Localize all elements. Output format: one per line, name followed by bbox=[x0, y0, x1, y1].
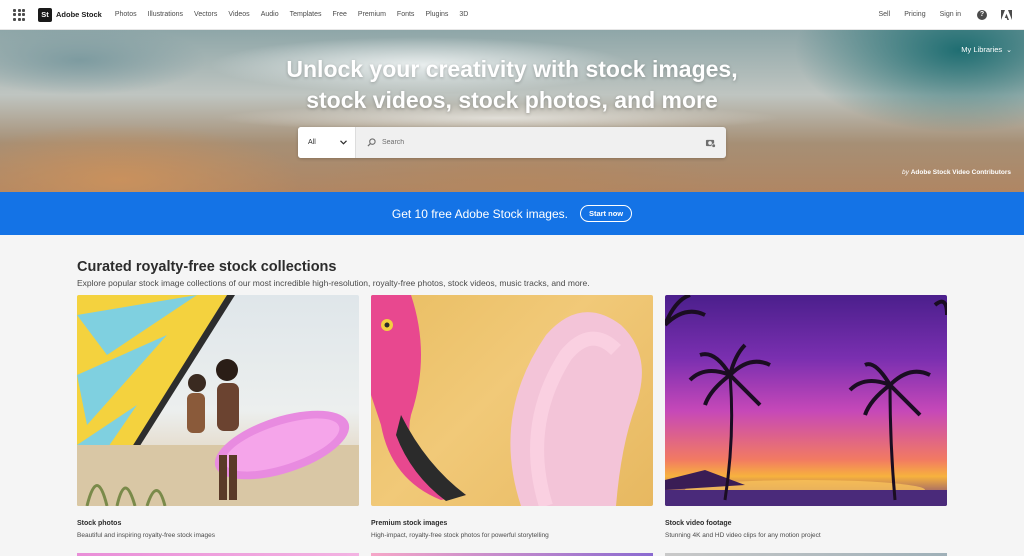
sell-link[interactable]: Sell bbox=[879, 11, 891, 18]
card-title: Stock video footage bbox=[665, 520, 732, 527]
credit-name: Adobe Stock Video Contributors bbox=[910, 169, 1011, 176]
card-description: High-impact, royalty-free stock photos f… bbox=[371, 532, 549, 539]
flamingo-illustration bbox=[371, 295, 642, 506]
visual-search-camera-icon[interactable] bbox=[705, 138, 716, 148]
hero-credit: by Adobe Stock Video Contributors bbox=[902, 169, 1011, 176]
nav-link-audio[interactable]: Audio bbox=[261, 11, 279, 18]
palm-sunset-illustration bbox=[665, 295, 947, 506]
stock-video-image bbox=[665, 295, 947, 506]
nav-link-plugins[interactable]: Plugins bbox=[425, 11, 448, 18]
collection-card-stock-photos[interactable]: Stock photos Beautiful and inspiring roy… bbox=[77, 295, 359, 539]
collection-card-stock-video-footage[interactable]: Stock video footage Stunning 4K and HD v… bbox=[665, 295, 947, 539]
credit-prefix: by bbox=[902, 169, 909, 176]
hero-title: Unlock your creativity with stock images… bbox=[0, 54, 1024, 116]
search-icon bbox=[367, 138, 376, 147]
card-description: Stunning 4K and HD video clips for any m… bbox=[665, 532, 821, 539]
nav-link-free[interactable]: Free bbox=[333, 11, 347, 18]
nav-link-illustrations[interactable]: Illustrations bbox=[148, 11, 183, 18]
search-scope-value: All bbox=[308, 139, 316, 146]
pricing-link[interactable]: Pricing bbox=[904, 11, 925, 18]
search-bar: All bbox=[298, 127, 726, 158]
chevron-down-icon bbox=[340, 140, 347, 145]
category-nav: Photos Illustrations Vectors Videos Audi… bbox=[115, 11, 480, 18]
surf-scene-illustration bbox=[77, 295, 359, 506]
start-now-button[interactable]: Start now bbox=[579, 205, 633, 222]
nav-link-3d[interactable]: 3D bbox=[459, 11, 468, 18]
card-description: Beautiful and inspiring royalty-free sto… bbox=[77, 532, 216, 539]
nav-link-fonts[interactable]: Fonts bbox=[397, 11, 415, 18]
hero-banner: My Libraries ⌄ Unlock your creativity wi… bbox=[0, 30, 1024, 192]
account-nav: Sell Pricing Sign in ? bbox=[865, 9, 1012, 20]
brand-link[interactable]: St Adobe Stock bbox=[38, 7, 102, 22]
promo-text: Get 10 free Adobe Stock images. bbox=[391, 206, 568, 221]
nav-link-vectors[interactable]: Vectors bbox=[194, 11, 217, 18]
adobe-stock-logo: St bbox=[38, 7, 52, 22]
search-input[interactable] bbox=[382, 139, 705, 146]
hero-title-line-1: Unlock your creativity with stock images… bbox=[286, 56, 738, 82]
apps-grid-icon[interactable] bbox=[13, 8, 25, 21]
collections-subtitle: Explore popular stock image collections … bbox=[77, 278, 590, 288]
card-title: Premium stock images bbox=[371, 520, 448, 527]
stock-photos-image bbox=[77, 295, 359, 506]
hero-title-line-2: stock videos, stock photos, and more bbox=[306, 87, 718, 113]
premium-stock-image bbox=[371, 295, 653, 506]
top-navigation: St Adobe Stock Photos Illustrations Vect… bbox=[0, 0, 1024, 30]
card-title: Stock photos bbox=[77, 520, 122, 527]
collection-card-premium-stock-images[interactable]: Premium stock images High-impact, royalt… bbox=[371, 295, 653, 539]
nav-link-premium[interactable]: Premium bbox=[358, 11, 386, 18]
nav-link-photos[interactable]: Photos bbox=[115, 11, 137, 18]
nav-link-templates[interactable]: Templates bbox=[290, 11, 322, 18]
collections-title: Curated royalty-free stock collections bbox=[77, 259, 337, 275]
promo-banner: Get 10 free Adobe Stock images. Start no… bbox=[0, 192, 1024, 235]
my-libraries-button[interactable]: My Libraries ⌄ bbox=[961, 45, 1012, 54]
sign-in-link[interactable]: Sign in bbox=[940, 11, 961, 18]
brand-name: Adobe Stock bbox=[56, 10, 102, 19]
help-icon[interactable]: ? bbox=[977, 9, 987, 20]
adobe-logo-icon[interactable] bbox=[1001, 9, 1012, 20]
search-scope-dropdown[interactable]: All bbox=[298, 127, 356, 158]
my-libraries-label: My Libraries bbox=[961, 45, 1003, 54]
chevron-down-icon: ⌄ bbox=[1006, 46, 1012, 54]
nav-link-videos[interactable]: Videos bbox=[228, 11, 249, 18]
